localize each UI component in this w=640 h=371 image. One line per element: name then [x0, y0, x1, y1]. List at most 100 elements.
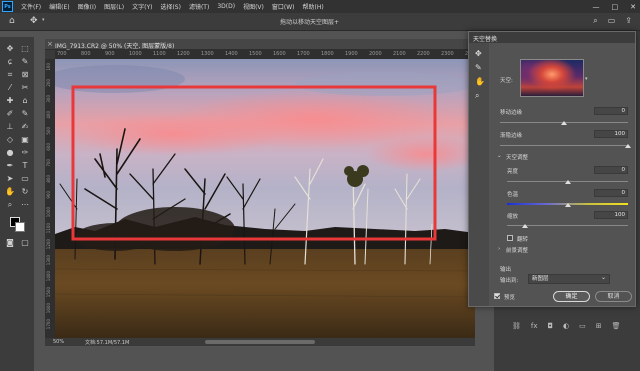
- menu-window[interactable]: 窗口(W): [268, 2, 299, 11]
- mask-icon[interactable]: ◘: [548, 322, 554, 330]
- close-tab-icon[interactable]: ×: [47, 40, 53, 48]
- share-icon[interactable]: ⇪: [625, 16, 632, 26]
- adjustment-icon[interactable]: ◐: [563, 322, 569, 330]
- folder-icon[interactable]: ▭: [579, 322, 586, 330]
- workspace-icon[interactable]: ▭: [608, 16, 616, 26]
- scale-slider-thumb[interactable]: [522, 224, 529, 228]
- output-to-select[interactable]: 新图层: [528, 274, 610, 284]
- pencil-tool-icon[interactable]: ✎: [19, 108, 31, 119]
- horizontal-ruler: 700 800 900 1000 1100 1200 1300 1400 1500 1600 170…: [55, 50, 475, 59]
- zoom-icon[interactable]: ⌕: [475, 91, 479, 101]
- fade-edge-input[interactable]: 100: [594, 130, 628, 138]
- artboard-tool-icon[interactable]: ⬚: [19, 43, 31, 54]
- sky-label: 天空:: [500, 78, 513, 84]
- dodge-tool-icon[interactable]: ✑: [19, 147, 31, 158]
- more-tools-icon[interactable]: ⋯: [19, 199, 31, 210]
- document-tab[interactable]: × IMG_7913.CR2 @ 50% (天空, 图层蒙版/8): [45, 39, 475, 50]
- zoom-tool-icon[interactable]: ⌕: [4, 199, 16, 210]
- fade-edge-slider[interactable]: [500, 145, 628, 146]
- eyedropper-tool-icon[interactable]: ⁄: [4, 82, 16, 93]
- ok-button[interactable]: 确定: [553, 291, 590, 302]
- patch-tool-icon[interactable]: ⌂: [19, 95, 31, 106]
- sky-dropdown-chevron-icon[interactable]: ▾: [585, 76, 588, 82]
- dialog-title-bar[interactable]: 天空替换: [469, 32, 635, 43]
- sky-adjust-label[interactable]: 天空调整: [506, 153, 528, 161]
- vertical-ruler: 100 200 300 400 500 600 700 800 900 1000 1100 1200 1…: [45, 59, 55, 339]
- move-tool-icon[interactable]: ✥: [4, 43, 16, 54]
- menu-layer[interactable]: 图层(L): [100, 2, 128, 11]
- menu-view[interactable]: 视图(V): [239, 2, 268, 11]
- fade-edge-slider-thumb[interactable]: [625, 144, 631, 148]
- menu-filter[interactable]: 滤镜(T): [185, 2, 213, 11]
- image-canvas[interactable]: [55, 59, 475, 338]
- menu-type[interactable]: 文字(Y): [128, 2, 156, 11]
- shape-tool-icon[interactable]: ▭: [19, 173, 31, 184]
- temperature-slider-thumb[interactable]: [564, 203, 571, 207]
- lasso-tool-icon[interactable]: ɕ: [4, 56, 16, 67]
- path-select-icon[interactable]: ➤: [4, 173, 16, 184]
- brightness-slider-thumb[interactable]: [564, 180, 571, 184]
- document-title: IMG_7913.CR2 @ 50% (天空, 图层蒙版/8): [55, 43, 175, 50]
- quick-select-tool-icon[interactable]: ✎: [19, 56, 31, 67]
- clone-stamp-icon[interactable]: ⊥: [4, 121, 16, 132]
- temperature-input[interactable]: 0: [594, 189, 628, 197]
- pen-tool-icon[interactable]: ✒: [4, 160, 16, 171]
- scale-input[interactable]: 100: [594, 211, 628, 219]
- foreground-chevron-icon[interactable]: ›: [498, 246, 500, 252]
- sky-brush-icon[interactable]: ✎: [475, 63, 482, 72]
- rotate-view-icon[interactable]: ↻: [19, 186, 31, 197]
- ruler-tick-label: 400: [46, 111, 51, 119]
- gradient-tool-icon[interactable]: ▣: [19, 134, 31, 145]
- menu-edit[interactable]: 编辑(E): [45, 2, 73, 11]
- zoom-level[interactable]: 50%: [53, 339, 64, 345]
- flip-label: 翻转: [517, 237, 529, 243]
- sky-adjust-chevron-icon[interactable]: ⌄: [497, 153, 502, 159]
- background-color-swatch[interactable]: [15, 222, 25, 232]
- maximize-button[interactable]: □: [612, 3, 619, 11]
- search-icon[interactable]: ⌕: [593, 16, 597, 26]
- chevron-down-icon[interactable]: ▾: [42, 17, 45, 23]
- foreground-adjust-label[interactable]: 前景调整: [506, 246, 528, 254]
- ruler-tick-label: 2000: [369, 51, 382, 57]
- eraser-tool-icon[interactable]: ◇: [4, 134, 16, 145]
- home-icon[interactable]: ⌂: [9, 16, 15, 26]
- brightness-input[interactable]: 0: [594, 166, 628, 174]
- new-layer-icon[interactable]: ⊞: [596, 322, 602, 330]
- preview-checkbox[interactable]: [494, 293, 500, 299]
- ruler-tick-label: 600: [46, 143, 51, 151]
- shift-edge-input[interactable]: 0: [594, 107, 628, 115]
- menu-select[interactable]: 选择(S): [156, 2, 185, 11]
- menu-image[interactable]: 图像(I): [74, 2, 100, 11]
- fx-icon[interactable]: fx: [531, 322, 538, 330]
- hand-icon[interactable]: ✋: [475, 77, 485, 86]
- history-brush-icon[interactable]: ✍: [19, 121, 31, 132]
- move-sky-icon[interactable]: ✥: [475, 49, 482, 58]
- sky-preset-thumbnail[interactable]: [520, 59, 584, 97]
- link-icon[interactable]: ⛓: [512, 322, 521, 330]
- minimize-button[interactable]: —: [593, 3, 600, 11]
- flip-checkbox[interactable]: [507, 235, 513, 241]
- crop-tool-icon[interactable]: ⌗: [4, 69, 16, 80]
- frame-tool-icon[interactable]: ⊠: [19, 69, 31, 80]
- trash-icon[interactable]: 🗑: [612, 322, 621, 330]
- move-tool-icon[interactable]: ✥: [30, 16, 38, 26]
- cancel-button[interactable]: 取消: [595, 291, 632, 302]
- blur-tool-icon[interactable]: ●: [4, 147, 16, 158]
- quick-mask-icon[interactable]: ◙: [4, 237, 16, 248]
- shift-edge-label: 移动边缘: [500, 110, 523, 116]
- ruler-tick-label: 1400: [46, 271, 51, 282]
- type-tool-icon[interactable]: T: [19, 160, 31, 171]
- menu-help[interactable]: 帮助(H): [299, 2, 328, 11]
- healing-brush-icon[interactable]: ✚: [4, 95, 16, 106]
- menu-3d[interactable]: 3D(D): [213, 3, 239, 10]
- fade-edge-label: 渐隐边缘: [500, 133, 523, 139]
- screen-mode-icon[interactable]: ▢: [19, 237, 31, 248]
- hand-tool-icon[interactable]: ✋: [4, 186, 16, 197]
- photoshop-logo[interactable]: Ps: [2, 1, 13, 12]
- shift-edge-slider-thumb[interactable]: [561, 121, 567, 125]
- horizontal-scrollbar[interactable]: [205, 340, 315, 344]
- menu-file[interactable]: 文件(F): [17, 2, 45, 11]
- close-button[interactable]: ✕: [630, 3, 636, 11]
- ruler-tool-icon[interactable]: ✂: [19, 82, 31, 93]
- brush-tool-icon[interactable]: ✐: [4, 108, 16, 119]
